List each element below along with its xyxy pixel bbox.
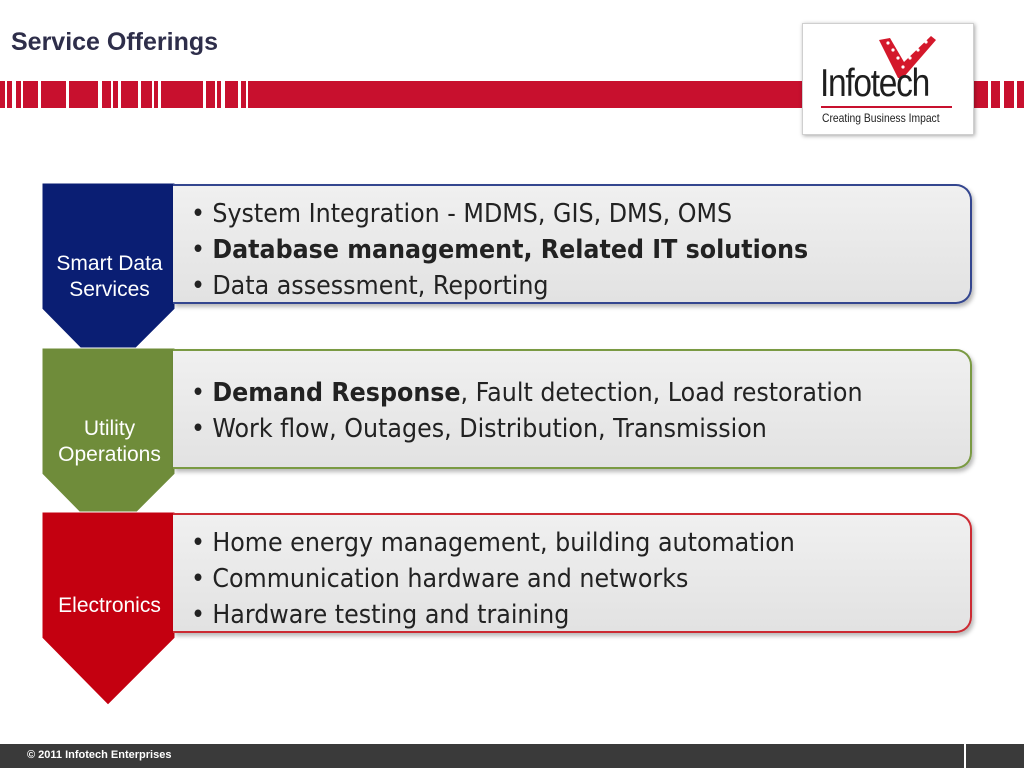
footer-divider bbox=[964, 744, 966, 768]
bullet-item: • Hardware testing and training bbox=[191, 600, 570, 630]
copyright-text: © 2011 Infotech Enterprises bbox=[27, 749, 172, 761]
bullet-item: • Home energy management, building automa… bbox=[191, 528, 795, 558]
chevron-label-line: Electronics bbox=[58, 594, 161, 617]
bullet-item: • Database management, Related IT solutio… bbox=[191, 235, 809, 265]
logo-underline bbox=[821, 106, 952, 108]
chevron-label-line: Services bbox=[69, 278, 150, 301]
bullet-item: • Data assessment, Reporting bbox=[191, 271, 549, 301]
chevron-label-line: Utility bbox=[83, 417, 136, 440]
bullet-list: • System Integration - MDMS, GIS, DMS, OM… bbox=[191, 196, 866, 304]
chevron-label-line: Smart Data bbox=[56, 252, 163, 275]
logo-name: Infotech bbox=[820, 62, 930, 105]
chevron-label-smart-data-services: Smart Data Services bbox=[44, 251, 175, 303]
page-title: Service Offerings bbox=[11, 28, 219, 56]
offering-card-utility-operations: • Demand Response, Fault detection, Load … bbox=[173, 349, 972, 469]
offering-card-electronics: • Home energy management, building automa… bbox=[173, 513, 972, 633]
bullet-item: • System Integration - MDMS, GIS, DMS, OM… bbox=[191, 199, 733, 229]
chevron-label-electronics: Electronics bbox=[44, 593, 175, 619]
bullet-item: • Communication hardware and networks bbox=[191, 564, 689, 594]
bullet-item: • Demand Response, Fault detection, Load … bbox=[191, 378, 863, 408]
bullet-list: • Demand Response, Fault detection, Load … bbox=[191, 375, 925, 447]
bullet-list: • Home energy management, building automa… bbox=[191, 525, 851, 633]
footer-bar: © 2011 Infotech Enterprises bbox=[0, 744, 1024, 768]
chevron-label-line: Operations bbox=[58, 443, 161, 466]
chevron-label-utility-operations: Utility Operations bbox=[44, 416, 175, 468]
logo-tagline: Creating Business Impact bbox=[822, 111, 940, 125]
offering-card-smart-data-services: • System Integration - MDMS, GIS, DMS, OM… bbox=[173, 184, 972, 304]
bullet-item: • Work flow, Outages, Distribution, Trans… bbox=[191, 414, 767, 444]
